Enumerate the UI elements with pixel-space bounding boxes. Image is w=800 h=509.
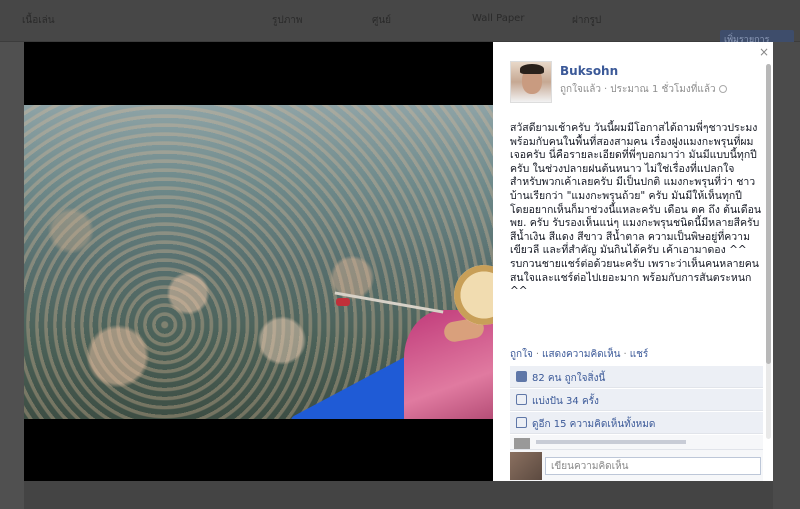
background-nav-item: Wall Paper xyxy=(472,13,525,24)
background-nav-item: เนื้อเล่น xyxy=(22,15,55,26)
post-text: สวัสดียามเช้าครับ วันนี้ผมมีโอกาสได้ถามพ… xyxy=(510,122,762,298)
background-nav-item: ศูนย์ xyxy=(372,15,392,26)
jellyfish-photo[interactable] xyxy=(24,105,493,419)
share-link[interactable]: แชร์ xyxy=(630,349,649,360)
view-comments-row[interactable]: ดูอีก 15 ความคิดเห็นทั้งหมด xyxy=(510,412,763,434)
paddle-shape xyxy=(334,291,444,314)
comment-input[interactable] xyxy=(545,457,761,475)
background-nav-bar: เนื้อเล่น รูปภาพ ศูนย์ Wall Paper ฝากรูป xyxy=(0,0,800,42)
commenter-avatar[interactable] xyxy=(514,438,530,449)
background-nav-item: รูปภาพ xyxy=(272,15,303,26)
author-name-link[interactable]: Buksohn xyxy=(560,64,618,78)
background-right-column xyxy=(773,42,800,509)
comment-link[interactable]: แสดงความคิดเห็น xyxy=(542,349,620,360)
background-left-column xyxy=(0,42,24,509)
likes-count-text: 82 คน ถูกใจสิ่งนี้ xyxy=(532,373,606,384)
close-icon[interactable]: × xyxy=(758,46,770,58)
shares-count-row[interactable]: แบ่งปัน 34 ครั้ง xyxy=(510,389,763,411)
likes-count-row[interactable]: 82 คน ถูกใจสิ่งนี้ xyxy=(510,366,763,388)
background-bottom-area xyxy=(24,481,773,509)
comment-preview xyxy=(510,435,763,449)
author-avatar[interactable] xyxy=(510,61,552,103)
like-icon xyxy=(516,371,527,382)
photo-viewer xyxy=(24,42,493,481)
comment-icon xyxy=(516,417,527,428)
globe-icon xyxy=(718,85,727,93)
post-meta: ถูกใจแล้ว · ประมาณ 1 ชั่วโมงที่แล้ว xyxy=(560,82,727,97)
scrollbar-thumb[interactable] xyxy=(766,64,771,364)
panel-scrollbar[interactable] xyxy=(766,64,771,439)
like-link[interactable]: ถูกใจ xyxy=(510,349,533,360)
avatar-hair xyxy=(520,64,544,74)
share-icon xyxy=(516,394,527,405)
post-timestamp[interactable]: ประมาณ 1 ชั่วโมงที่แล้ว xyxy=(610,84,715,95)
comment-composer xyxy=(510,449,763,481)
meta-verb: ถูกใจแล้ว xyxy=(560,84,602,95)
comment-preview-text xyxy=(536,440,686,444)
shares-count-text: แบ่งปัน 34 ครั้ง xyxy=(532,396,599,407)
post-actions: ถูกใจ · แสดงความคิดเห็น · แชร์ xyxy=(510,349,649,360)
current-user-avatar xyxy=(510,452,542,480)
paddle-tip-shape xyxy=(336,298,350,306)
view-comments-text: ดูอีก 15 ความคิดเห็นทั้งหมด xyxy=(532,419,656,430)
post-side-panel: × Buksohn ถูกใจแล้ว · ประมาณ 1 ชั่วโมงที่แ… xyxy=(493,42,773,481)
background-nav-item: ฝากรูป xyxy=(572,15,602,26)
